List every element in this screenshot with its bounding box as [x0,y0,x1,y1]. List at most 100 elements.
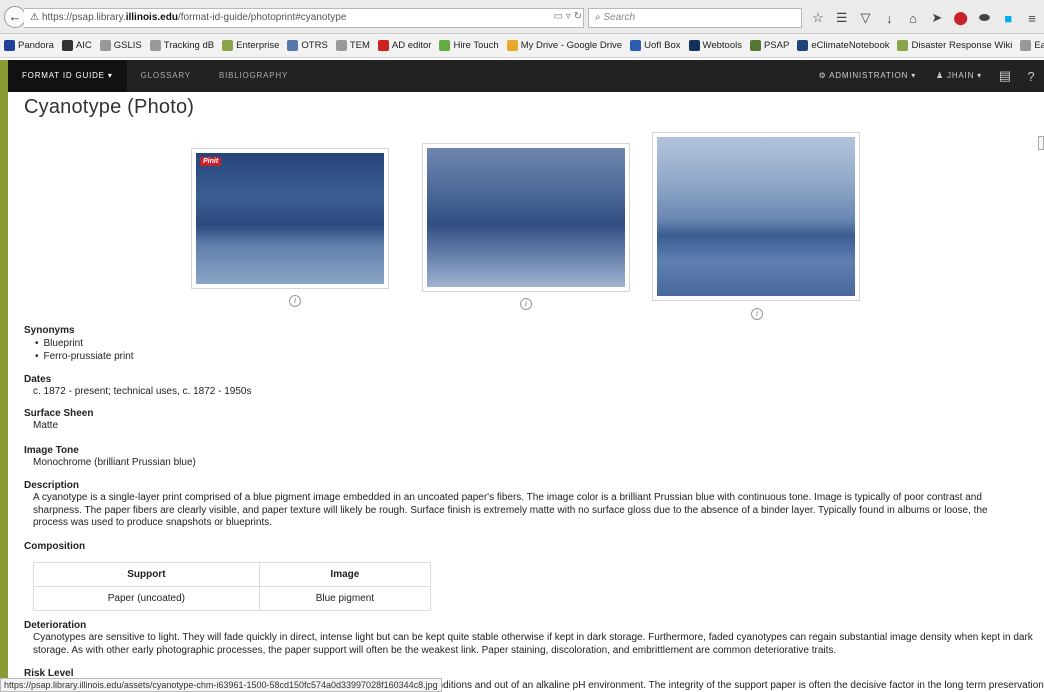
info-icon[interactable]: i [289,295,301,307]
bookmark-item[interactable]: Tracking dB [149,40,215,51]
bookmark-item[interactable]: GSLIS [99,40,142,51]
table-header: Support [33,562,260,587]
tone-label: Image Tone [24,445,79,456]
status-bar-url: https://psap.library.illinois.edu/assets… [0,678,442,692]
sheen-value: Matte [33,420,59,431]
table-cell: Blue pigment [258,586,432,611]
composition-table: Support Image Paper (uncoated) Blue pigm… [33,562,432,611]
bookmark-label: Disaster Response Wiki [911,40,1013,51]
bookmarks-list-icon[interactable]: ☰ [833,10,851,26]
synonym-item: Ferro-prussiate print [33,351,134,364]
table-row: Paper (uncoated) Blue pigment [33,586,432,611]
send-icon[interactable]: ➤ [928,10,946,26]
bookmark-label: OTRS [301,40,328,51]
description-label: Description [24,480,80,491]
bookmark-item[interactable]: AD editor [377,40,431,51]
deterioration-label: Deterioration [24,620,87,631]
url-prefix: https://psap.library. [41,12,126,23]
book-icon[interactable]: ▤ [992,68,1018,84]
browser-toolbar: ← ⚠ https://psap.library.illinois.edu/for… [0,0,1044,34]
image-card-3[interactable] [652,132,860,301]
cyanotype-image-1[interactable]: Pinit [196,153,384,284]
deterioration-text: Cyanotypes are sensitive to light. They … [33,632,1033,656]
nav-administration[interactable]: ⚙ ADMINISTRATION ▾ [809,60,926,92]
image-card-1[interactable]: Pinit [191,148,389,289]
psap-icon [749,40,761,51]
info-icon[interactable]: i [751,308,763,320]
bookmark-item[interactable]: AIC [61,40,92,51]
table-cell: Paper (uncoated) [33,586,260,611]
address-bar[interactable]: ⚠ https://psap.library.illinois.edu/forma… [24,8,584,28]
tone-value: Monochrome (brilliant Prussian blue) [33,457,196,468]
description-text: A cyanotype is a single-layer print comp… [33,492,988,528]
bookmark-item[interactable]: Webtools [688,40,742,51]
risk-level-text: onditions and out of an alkaline pH envi… [432,680,1044,691]
search-icon: ⌕ [595,12,601,23]
help-icon[interactable]: ? [1018,69,1044,84]
menu-icon[interactable]: ≡ [1023,11,1041,26]
composition-label: Composition [24,541,86,552]
pinit-button[interactable]: Pinit [200,157,222,166]
folder-icon [99,40,111,51]
bookmark-label: Easy Search [1034,40,1044,51]
info-icon[interactable]: i [520,298,532,310]
reload-icon[interactable]: ↻ [574,11,582,22]
bookmark-item[interactable]: Pandora [4,40,54,51]
search-placeholder: Search [603,12,636,23]
pinterest-icon[interactable]: ⬤ [952,10,970,26]
folder-icon [335,40,347,51]
bookmark-label: GSLIS [113,40,142,51]
app-navbar: FORMAT ID GUIDE ▾ GLOSSARY BIBLIOGRAPHY … [8,60,1044,92]
cyanotype-image-3[interactable] [657,137,855,296]
url-suffix: /format-id-guide/photoprint#cyanotype [177,12,347,23]
dates-label: Dates [24,374,52,385]
globe-icon [897,40,909,51]
star-icon [287,40,299,51]
bookmark-item[interactable]: PSAP [749,40,789,51]
bookmark-label: UofI Box [644,40,681,51]
folder-icon [1020,40,1032,51]
download-icon[interactable]: ↓ [880,11,898,26]
hiretouch-icon [439,40,451,51]
skype-icon[interactable]: ■ [999,11,1017,26]
bookmark-star-icon[interactable]: ☆ [809,10,827,26]
folder-icon [149,40,161,51]
pocket-icon[interactable]: ▽ [856,10,874,26]
bookmark-label: Pandora [18,40,54,51]
reader-icon[interactable]: ▭ [554,11,563,22]
synonym-item: Blueprint [33,338,134,351]
url-tools: ▭ ▿ ↻ [538,8,586,28]
image-card-2[interactable] [422,143,630,292]
nav-user-menu[interactable]: ♟ JHAIN ▾ [926,60,992,92]
nav-format-id-guide[interactable]: FORMAT ID GUIDE ▾ [8,60,127,92]
toolbar-icons: ☆ ☰ ▽ ↓ ⌂ ➤ ⬤ ⬬ ■ ≡ [806,7,1044,29]
bookmark-item[interactable]: eClimateNotebook [797,40,889,51]
table-header: Image [258,562,432,587]
bookmark-item[interactable]: My Drive - Google Drive [506,40,622,51]
bookmark-label: AIC [75,40,92,51]
search-input[interactable]: ⌕ Search [588,8,802,28]
dropdown-icon[interactable]: ▿ [566,11,571,22]
bookmark-item[interactable]: Easy Search [1020,40,1044,51]
bookmark-label: Tracking dB [163,40,215,51]
cyanotype-image-2[interactable] [427,148,625,287]
nav-bibliography[interactable]: BIBLIOGRAPHY [205,60,302,92]
sheen-label: Surface Sheen [24,408,94,419]
chat-icon[interactable]: ⬬ [975,10,993,26]
bookmark-item[interactable]: Disaster Response Wiki [897,40,1012,51]
bookmark-item[interactable]: UofI Box [630,40,681,51]
bookmark-item[interactable]: TEM [335,40,370,51]
back-arrow-icon[interactable]: ← [4,6,26,28]
bookmark-item[interactable]: Enterprise [222,40,279,51]
nav-glossary[interactable]: GLOSSARY [127,60,205,92]
bookmark-label: eClimateNotebook [811,40,890,51]
synonyms-list: Blueprint Ferro-prussiate print [33,338,134,363]
bookmark-item[interactable]: Hire Touch [439,40,499,51]
url-domain: illinois.edu [125,12,178,23]
side-tab[interactable] [1038,136,1044,150]
globe-icon [222,40,234,51]
bookmark-label: TEM [349,40,370,51]
eclimate-icon [797,40,809,51]
bookmark-item[interactable]: OTRS [287,40,328,51]
home-icon[interactable]: ⌂ [904,11,922,26]
